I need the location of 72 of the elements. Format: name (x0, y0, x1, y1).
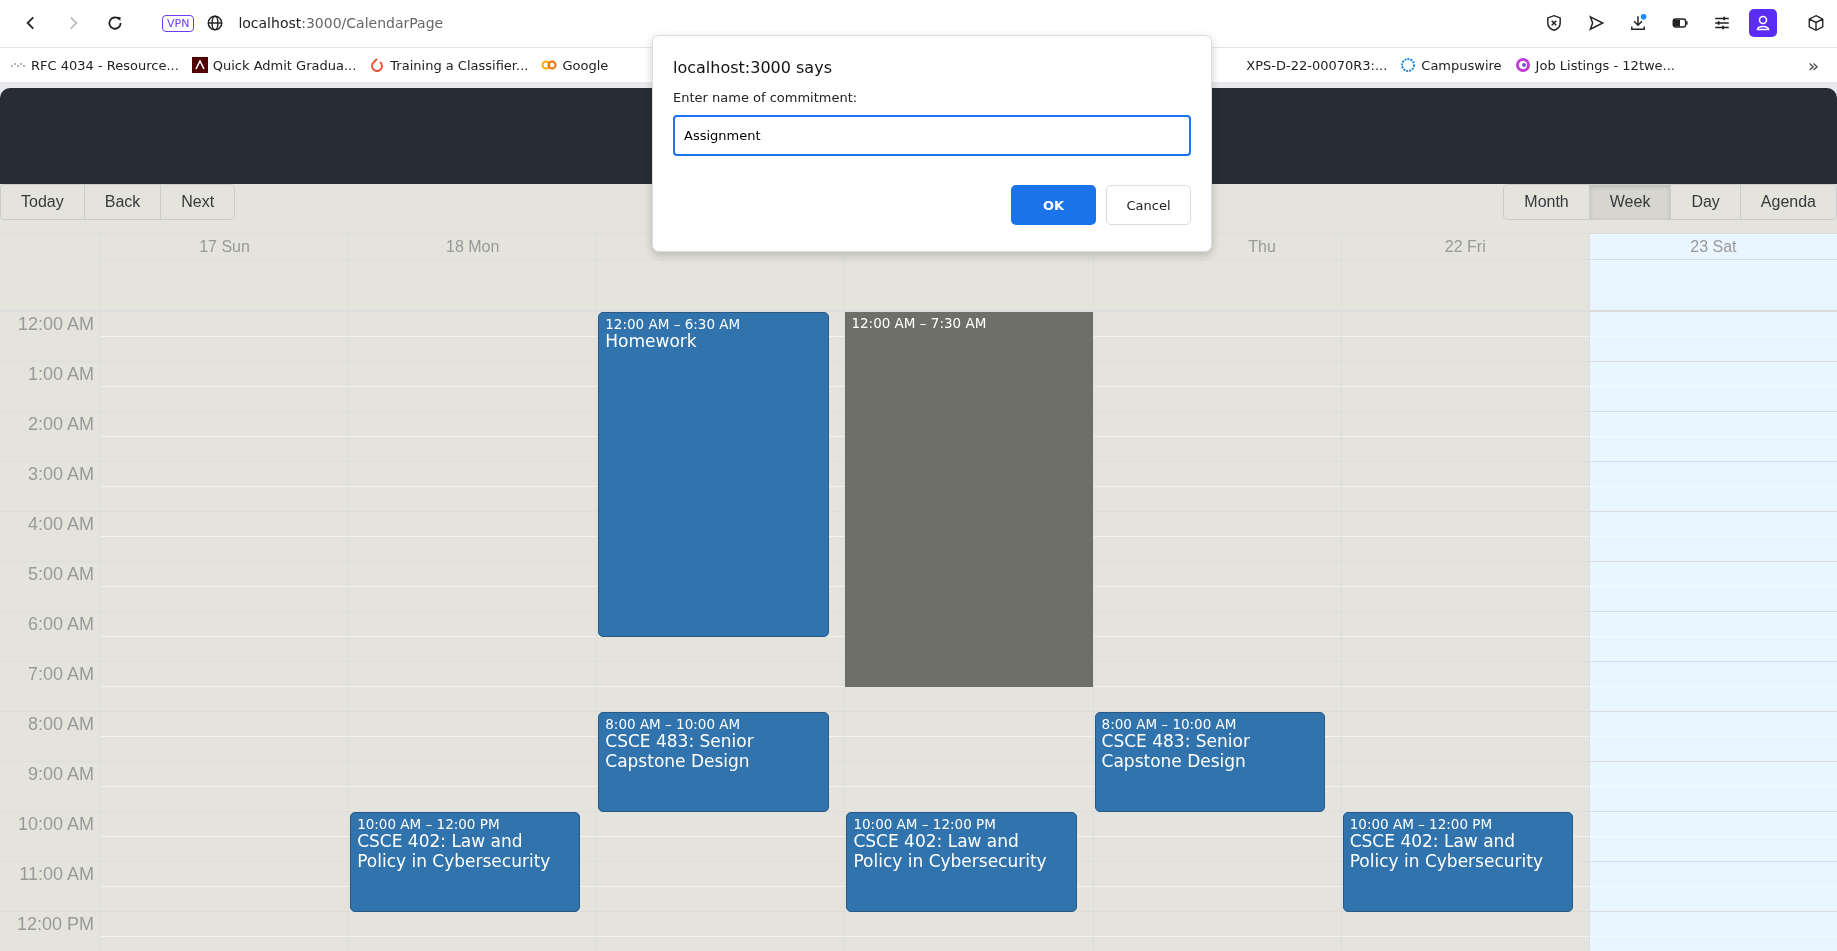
calendar-event[interactable]: 8:00 AM – 10:00 AM CSCE 483: Senior Capstone Design (598, 712, 829, 812)
time-label: 12:00 PM (16, 914, 94, 934)
bookmark-item[interactable]: Campuswire (1400, 57, 1502, 73)
target-icon (1514, 57, 1531, 73)
event-title: CSCE 402: Law and Policy in Cybersecurity (1349, 832, 1544, 872)
view-tab[interactable]: Month (1504, 185, 1589, 219)
nav-button[interactable]: Back (83, 185, 161, 219)
event-time: 12:00 AM – 6:30 AM (605, 316, 741, 332)
event-title: CSCE 402: Law and Policy in Cybersecurity (357, 832, 552, 872)
view-tab[interactable]: Day (1670, 185, 1740, 219)
time-label: 11:00 AM (19, 864, 94, 884)
calendar-event[interactable]: 10:00 AM – 12:00 PM CSCE 402: Law and Policy in Cybersecurity (350, 812, 581, 912)
event-time: 10:00 AM – 12:00 PM (1349, 816, 1493, 832)
time-label: 12:00 AM (17, 314, 94, 334)
time-label: 8:00 AM (27, 714, 94, 734)
download-icon[interactable] (1629, 14, 1647, 32)
bookmark-item[interactable]: Training a Classifier... (369, 57, 529, 73)
calendar-event[interactable]: 10:00 AM – 12:00 PM CSCE 402: Law and Policy in Cybersecurity (1342, 812, 1573, 912)
event-title: CSCE 483: Senior Capstone Design (1101, 732, 1251, 772)
day-column[interactable]: 10:00 AM – 12:00 PM CSCE 402: Law and Policy in Cybersecurity (348, 312, 597, 951)
input-field[interactable]: Assignment (673, 115, 1191, 156)
flame-icon (369, 57, 386, 73)
calendar-event[interactable]: 8:00 AM – 10:00 AM CSCE 483: Senior Capstone Design (1094, 712, 1325, 812)
event-title: CSCE 402: Law and Policy in Cybersecurity (853, 832, 1048, 872)
time-label: 1:00 AM (27, 364, 94, 384)
ring-icon (1400, 57, 1417, 73)
shield-icon[interactable] (1545, 14, 1563, 32)
event-title: CSCE 483: Senior Capstone Design (605, 732, 755, 772)
time-label: 2:00 AM (27, 414, 94, 434)
send-icon[interactable] (1587, 14, 1605, 32)
profile-icon[interactable] (1749, 9, 1777, 37)
sliders-icon[interactable] (1713, 14, 1731, 32)
time-label: 3:00 AM (27, 464, 94, 484)
crest-icon (191, 57, 208, 73)
bookmark-item[interactable]: XPS-D-22-00070R3:... (1246, 57, 1388, 73)
event-time: 10:00 AM – 12:00 PM (357, 816, 500, 832)
time-label: 9:00 AM (27, 764, 94, 784)
bookmark-item[interactable]: RFC 4034 - Resource... (10, 57, 179, 73)
bookmark-item[interactable]: Job Listings - 12twe... (1514, 57, 1675, 73)
day-column[interactable]: 8:00 AM – 10:00 AM CSCE 483: Senior Capstone Design (1092, 312, 1341, 951)
bookmark-item[interactable]: Quick Admit Gradua... (191, 57, 357, 73)
view-tab[interactable]: Agenda (1739, 185, 1836, 219)
ok-button[interactable]: OK (1011, 185, 1096, 225)
cancel-button[interactable]: Cancel (1106, 185, 1191, 225)
calendar-event[interactable]: 10:00 AM – 12:00 PM CSCE 402: Law and Policy in Cybersecurity (846, 812, 1077, 912)
reload-icon[interactable] (106, 14, 124, 32)
event-time: 12:00 AM – 7:30 AM (851, 315, 987, 331)
dialog-message: Enter name of commitment: (673, 90, 858, 105)
calendar-event[interactable]: 12:00 AM – 6:30 AM Homework (598, 312, 829, 637)
time-label: 4:00 AM (27, 514, 94, 534)
time-label: 7:00 AM (27, 664, 94, 684)
cube-icon[interactable] (1807, 14, 1825, 32)
vpn-badge[interactable]: VPN (162, 14, 195, 32)
time-selection[interactable]: 12:00 AM – 7:30 AM (845, 312, 1093, 687)
more-bookmarks-button[interactable]: » (1808, 54, 1819, 76)
event-time: 10:00 AM – 12:00 PM (853, 816, 996, 832)
event-title: Homework (605, 332, 697, 352)
nav-button[interactable]: Today (1, 185, 84, 219)
event-time: 8:00 AM – 10:00 AM (605, 716, 741, 732)
bookmark-item[interactable]: Google (541, 57, 609, 73)
dialog-title: localhost:3000 says (673, 58, 832, 77)
event-time: 8:00 AM – 10:00 AM (1101, 716, 1237, 732)
address-field[interactable]: localhost:3000/CalendarPage (238, 15, 444, 31)
time-label: 6:00 AM (27, 614, 94, 634)
time-label: 10:00 AM (17, 814, 94, 834)
globe-icon (206, 14, 225, 32)
view-tab[interactable]: Week (1588, 185, 1671, 219)
day-column[interactable]: 12:00 AM – 7:30 AM 10:00 AM – 12:00 PM CSCE 402: Law and Policy in Cybersecurity (844, 312, 1093, 951)
day-column[interactable]: 10:00 AM – 12:00 PM CSCE 402: Law and Policy in Cybersecurity (1340, 312, 1589, 951)
day-column[interactable]: 12:00 AM – 6:30 AM Homework 8:00 AM – 10:00 AM CSCE 483: Senior Capstone Design (596, 312, 845, 951)
nav-button[interactable]: Next (160, 185, 235, 219)
time-label: 5:00 AM (27, 564, 94, 584)
